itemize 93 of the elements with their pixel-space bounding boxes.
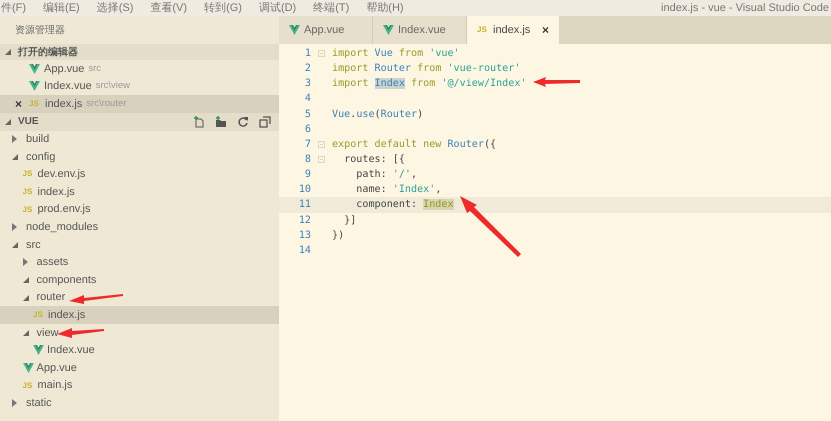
tree-item[interactable]: node_modules (0, 218, 279, 236)
vue-icon (29, 64, 40, 74)
tree-item[interactable]: App.vue (0, 359, 279, 377)
line-number: 1 (304, 47, 311, 61)
menu-item[interactable]: 查看(V) (150, 0, 188, 16)
close-icon[interactable]: × (15, 98, 29, 110)
js-file-icon: JS (477, 24, 489, 36)
expanded-caret-icon[interactable] (5, 118, 11, 124)
line-number: 10 (298, 183, 311, 198)
menu-item[interactable]: 终端(T) (313, 0, 350, 16)
line-number: 7 (304, 138, 311, 152)
expanded-caret-icon[interactable] (22, 330, 28, 336)
expanded-caret-icon[interactable] (22, 294, 28, 301)
tree-item[interactable]: assets (0, 254, 279, 272)
js-file-icon: JS (22, 168, 34, 180)
vue-icon (29, 81, 40, 92)
tree-item[interactable]: components (0, 271, 279, 289)
open-editor-item[interactable]: App.vue src (0, 60, 279, 78)
close-icon[interactable]: × (542, 21, 549, 39)
new-file-icon[interactable] (193, 116, 205, 128)
line-number: 11 (298, 198, 311, 212)
line-number: 12 (298, 214, 311, 228)
collapsed-caret-icon[interactable] (22, 258, 28, 266)
line-number: 4 (304, 92, 311, 106)
js-file-icon: JS (22, 204, 34, 216)
line-number: 5 (304, 108, 311, 122)
code-line: name: 'Index', (355, 183, 442, 198)
tree-item[interactable]: src (0, 236, 279, 254)
tree-item[interactable]: config (0, 148, 279, 166)
vue-icon (33, 345, 44, 356)
section-title: VUE (18, 115, 40, 129)
tree-item[interactable]: build (0, 130, 279, 148)
tree-item[interactable]: JS main.js (0, 376, 279, 394)
code-line: }) (332, 228, 344, 243)
expanded-caret-icon[interactable] (12, 242, 18, 248)
vue-icon (383, 25, 394, 35)
sidebar-title: 资源管理器 (15, 24, 65, 38)
new-folder-icon[interactable] (215, 116, 227, 128)
js-file-icon: JS (29, 98, 41, 110)
window-title: index.js - vue - Visual Studio Code (661, 0, 829, 16)
js-file-icon: JS (33, 309, 45, 322)
editor-tab[interactable]: App.vue (279, 16, 373, 44)
menu-item[interactable]: 调试(D) (258, 0, 296, 16)
editor-tab[interactable]: Index.vue (373, 16, 467, 44)
menu-item[interactable]: 件(F) (1, 0, 26, 16)
expanded-caret-icon[interactable] (12, 154, 18, 160)
code-line: Vue.use(Router) (332, 108, 424, 122)
open-editor-item[interactable]: × JS index.js src\router (0, 95, 279, 112)
vue-icon (289, 25, 300, 35)
code-line: export default new Router({ (332, 138, 496, 152)
tree-item[interactable]: JS dev.env.js (0, 166, 279, 184)
code-line: component: Index (355, 198, 454, 212)
expanded-caret-icon[interactable] (5, 49, 11, 55)
collapsed-caret-icon[interactable] (12, 399, 17, 408)
menu-item[interactable]: 编辑(E) (43, 0, 80, 16)
code-line: path: '/', (355, 168, 418, 182)
tree-item[interactable]: static (0, 394, 279, 412)
collapsed-caret-icon[interactable] (12, 223, 17, 232)
line-number: 6 (304, 122, 311, 137)
annotation-arrow (533, 77, 580, 87)
refresh-icon[interactable] (237, 116, 249, 128)
open-editor-item[interactable]: Index.vue src\view (0, 78, 279, 95)
line-number: 8 (304, 152, 311, 167)
expanded-caret-icon[interactable] (22, 277, 28, 284)
tree-item[interactable]: router (0, 288, 279, 306)
js-file-icon: JS (22, 186, 34, 198)
code-line: routes: [{ (343, 152, 405, 167)
annotation-arrow (57, 328, 104, 338)
code-line: import Router from 'vue-router' (332, 62, 520, 76)
code-line: }] (343, 214, 356, 228)
tree-item[interactable]: JS prod.env.js (0, 200, 279, 218)
line-number: 2 (304, 62, 311, 76)
menu-item[interactable]: 帮助(H) (366, 0, 404, 16)
collapse-all-icon[interactable] (259, 116, 271, 128)
tree-item[interactable]: JS index.js (0, 183, 279, 201)
annotation-arrow (69, 294, 123, 304)
code-line: import Vue from 'vue' (332, 47, 460, 61)
line-number: 3 (304, 77, 311, 92)
menu-item[interactable]: 转到(G) (204, 0, 242, 16)
menu-item[interactable]: 选择(S) (96, 0, 134, 16)
vue-icon (22, 363, 34, 374)
section-title: 打开的编辑器 (18, 46, 78, 60)
tree-item[interactable]: JS index.js (0, 306, 279, 324)
line-number: 9 (304, 168, 311, 182)
editor-tab[interactable]: JS index.js × (467, 16, 559, 44)
tree-item[interactable]: Index.vue (0, 342, 279, 360)
annotation-arrow (460, 196, 521, 257)
js-file-icon: JS (22, 380, 34, 392)
collapsed-caret-icon[interactable] (12, 135, 17, 144)
line-number: 13 (298, 228, 311, 243)
line-number: 14 (298, 244, 311, 258)
code-line: import Index from '@/view/Index' (332, 77, 526, 92)
tree-item[interactable]: view (0, 324, 279, 342)
